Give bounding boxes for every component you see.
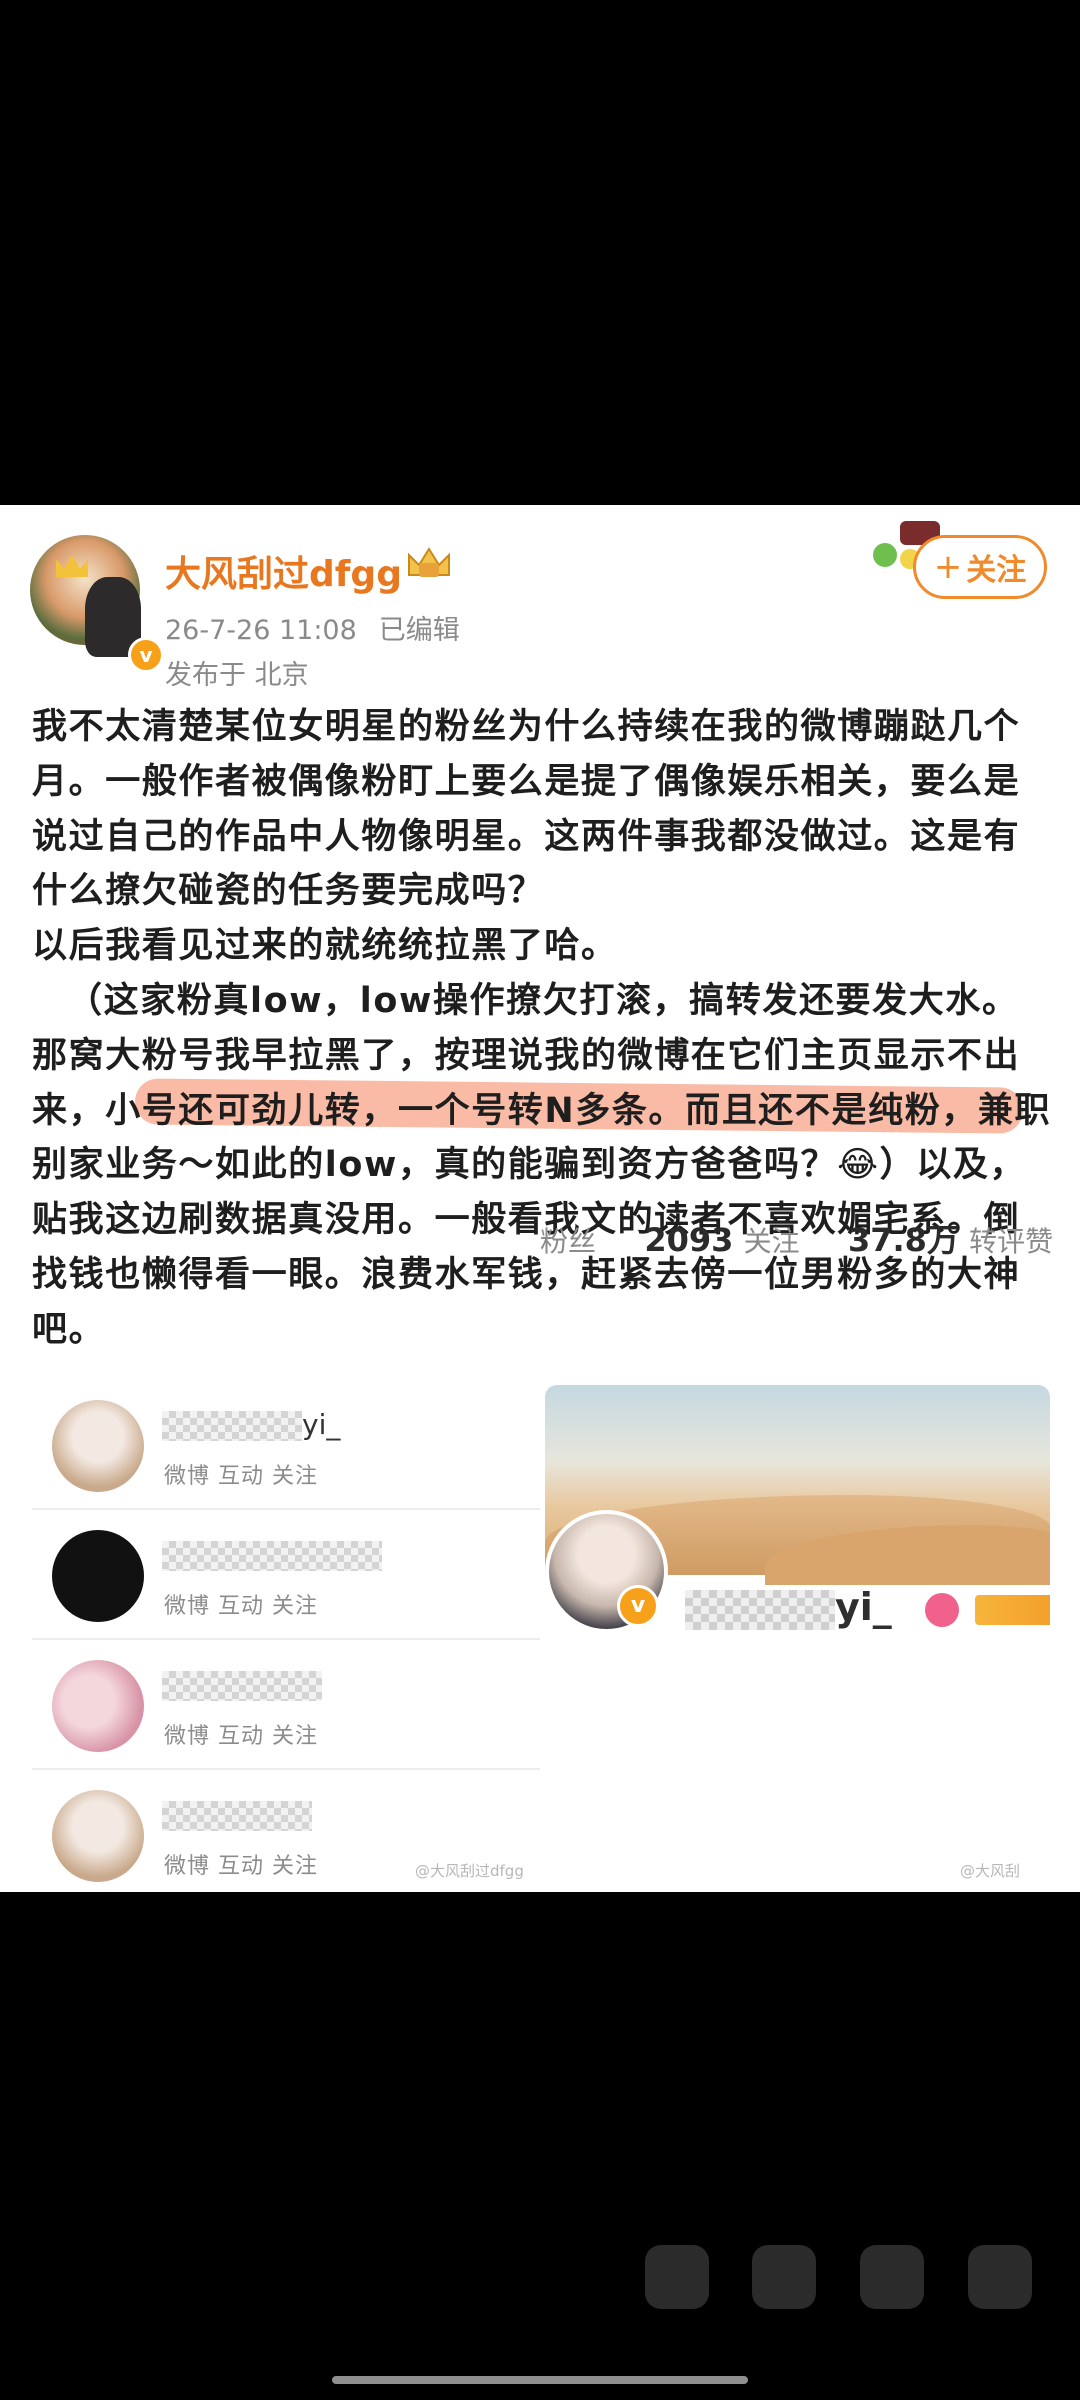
crown-icon [56, 555, 88, 577]
user-avatar [52, 1790, 144, 1882]
home-indicator[interactable] [332, 2376, 748, 2384]
follow-label: 关注 [966, 553, 1027, 588]
watermark: @大风刮 [960, 1862, 1021, 1880]
tag-icon [925, 1593, 959, 1627]
watermark: @大风刮过dfgg [415, 1862, 524, 1880]
profile-screenshot: v yi_ [545, 1385, 1050, 1675]
nav-blob [968, 2245, 1032, 2309]
level-badge-icon [975, 1595, 1050, 1625]
follow-button[interactable]: + 关注 [913, 535, 1047, 599]
user-stats: 微博 互动 关注 [164, 1854, 318, 1879]
profile-name: yi_ [685, 1585, 892, 1630]
user-avatar [52, 1660, 144, 1752]
post-time: 26-7-26 11:08 [165, 615, 357, 646]
profile-stats: 粉丝 2093 关注 37.8万 转评赞 [540, 1215, 1053, 1261]
user-stats: 微博 互动 关注 [164, 1724, 318, 1749]
post-paragraph: （这家粉真low，low操作撩欠打滚，搞转发还要发大水。那窝大粉号我早拉黑了，按… [32, 980, 1052, 1350]
user-name [162, 1538, 382, 1571]
user-name [162, 1668, 322, 1701]
post-meta: 26-7-26 11:08 已编辑 [165, 608, 460, 647]
vip-crown-icon [408, 547, 450, 577]
user-avatar [52, 1400, 144, 1492]
nav-blob [645, 2245, 709, 2309]
user-stats: 微博 互动 关注 [164, 1464, 318, 1489]
user-name: yi_ [162, 1408, 340, 1441]
post-paragraph: 以后我看见过来的就统统拉黑了哈。 [32, 926, 618, 967]
author-name[interactable]: 大风刮过dfgg [165, 545, 402, 597]
follower-list-screenshot: yi_ 微博 互动 关注 微博 互动 关注 微博 互动 关注 微博 互动 关注 [32, 1380, 540, 1892]
nav-blob [860, 2245, 924, 2309]
verified-badge-icon: v [128, 637, 164, 673]
reposts-count: 37.8万 [847, 1221, 959, 1259]
plus-icon: + [933, 547, 963, 587]
post-location: 发布于 北京 [165, 660, 309, 691]
user-stats: 微博 互动 关注 [164, 1594, 318, 1619]
weibo-post-card: v 大风刮过dfgg 26-7-26 11:08 已编辑 发布于 北京 + 关注 我… [0, 505, 1080, 1892]
author-avatar[interactable]: v [30, 535, 164, 673]
following-count: 2093 [644, 1221, 734, 1259]
list-item[interactable]: 微博 互动 关注 [32, 1510, 540, 1640]
fans-label: 粉丝 [540, 1225, 597, 1258]
list-item[interactable]: yi_ 微博 互动 关注 [32, 1380, 540, 1510]
post-paragraph: 我不太清楚某位女明星的粉丝为什么持续在我的微博蹦跶几个月。一般作者被偶像粉盯上要… [32, 707, 1021, 912]
list-item[interactable]: 微博 互动 关注 [32, 1640, 540, 1770]
verified-badge-icon: v [617, 1585, 659, 1627]
nav-blob [752, 2245, 816, 2309]
following-label: 关注 [743, 1225, 800, 1258]
user-avatar [52, 1530, 144, 1622]
user-name [162, 1798, 312, 1831]
edited-label: 已编辑 [378, 615, 460, 646]
reposts-label: 转评赞 [969, 1225, 1054, 1258]
